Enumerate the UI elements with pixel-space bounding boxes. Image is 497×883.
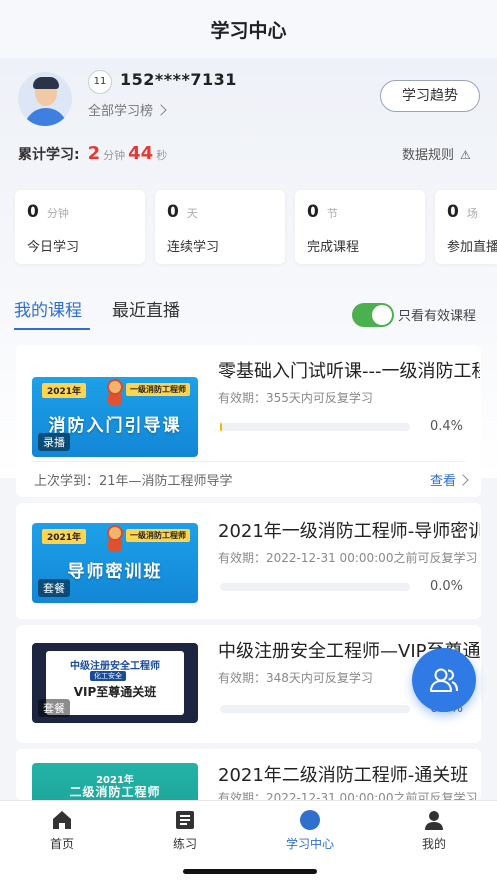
page-title: 学习中心 (210, 20, 287, 42)
stat-completed[interactable]: 0节 完成课程 (295, 190, 425, 264)
stat-value: 0 (307, 202, 319, 222)
tabbar-mine[interactable]: 我的 (394, 809, 474, 852)
users-icon (430, 668, 458, 692)
toggle-knob (372, 305, 392, 325)
contacts-fab[interactable] (412, 648, 476, 712)
tab-my-courses[interactable]: 我的课程 (14, 296, 82, 321)
valid-courses-label: 只看有效课程 (398, 309, 477, 324)
tabbar-label: 学习中心 (285, 837, 334, 851)
thumb-title: 中级注册安全工程师 (70, 661, 160, 672)
data-rule-label: 数据规则 (402, 148, 455, 163)
course-validity: 有效期：2022-12-31 00:00:00之前可反复学习 (218, 791, 478, 800)
home-indicator (183, 869, 317, 874)
thumb-subtitle: 化工安全 (90, 671, 126, 681)
course-card[interactable]: 2021年 二级消防工程师 2021年二级消防工程师-通关班 有效期：2022-… (16, 749, 481, 800)
mascot-icon (104, 379, 126, 405)
stat-live[interactable]: 0场 参加直播 (435, 190, 497, 264)
chevron-right-icon (155, 104, 167, 116)
thumb-year: 2021年 (42, 529, 87, 544)
tab-recent-live[interactable]: 最近直播 (112, 296, 180, 321)
all-ranking-link[interactable]: 全部学习榜 (88, 100, 167, 119)
stat-label: 今日学习 (27, 240, 80, 255)
stat-unit: 天 (186, 207, 198, 220)
stat-unit: 分钟 (46, 207, 69, 220)
profile-icon (423, 809, 445, 831)
stat-label: 连续学习 (167, 240, 220, 255)
course-thumbnail: 2021年 一级消防工程师 消防入门引导课 录播 (32, 377, 198, 457)
course-validity: 有效期：355天内可反复学习 (218, 391, 373, 405)
course-card[interactable]: 中级注册安全工程师 化工安全 VIP至尊通关班 套餐 中级注册安全工程师—VIP… (16, 625, 481, 743)
total-study-label: 累计学习: (18, 147, 80, 163)
stat-value: 0 (27, 202, 39, 222)
bundle-badge: 套餐 (38, 579, 70, 597)
thumb-headline: 二级消防工程师 (69, 785, 161, 799)
top-header: 学习中心 (0, 0, 497, 58)
course-thumbnail: 2021年 一级消防工程师 导师密训班 套餐 (32, 523, 198, 603)
level-badge: 11 (88, 70, 112, 94)
course-thumbnail: 2021年 二级消防工程师 (32, 763, 198, 800)
course-thumbnail: 中级注册安全工程师 化工安全 VIP至尊通关班 套餐 (32, 643, 198, 723)
chevron-right-icon (457, 474, 469, 486)
mascot-icon (104, 525, 126, 551)
tabbar-study-center[interactable]: 学习中心 (270, 809, 350, 852)
course-title: 零基础入门试听课---一级消防工程师 (218, 361, 480, 382)
view-button[interactable]: 查看 (429, 470, 469, 489)
course-title: 2021年一级消防工程师-导师密训班 (218, 521, 480, 542)
total-seconds-value: 44 (128, 143, 154, 164)
view-label: 查看 (429, 474, 456, 489)
thumb-headline: VIP至尊通关班 (73, 685, 157, 699)
total-minutes-value: 2 (87, 143, 101, 164)
bundle-badge: 套餐 (38, 699, 70, 717)
thumb-year: 2021年 (42, 383, 87, 398)
tabbar-label: 我的 (421, 837, 446, 851)
avatar[interactable] (18, 72, 72, 126)
course-tabs: 我的课程 最近直播 只看有效课程 (14, 294, 484, 334)
stat-value: 0 (167, 202, 179, 222)
stat-value: 0 (447, 202, 459, 222)
valid-courses-toggle[interactable] (352, 303, 394, 327)
course-card[interactable]: 2021年 一级消防工程师 导师密训班 套餐 2021年一级消防工程师-导师密训… (16, 503, 481, 619)
recorded-badge: 录播 (38, 433, 70, 451)
progress-fill (220, 423, 222, 431)
stat-streak[interactable]: 0天 连续学习 (155, 190, 285, 264)
book-icon (174, 809, 196, 831)
course-card[interactable]: 2021年 一级消防工程师 消防入门引导课 录播 零基础入门试听课---一级消防… (16, 345, 481, 497)
all-ranking-label: 全部学习榜 (88, 104, 154, 119)
tabbar-label: 练习 (172, 837, 197, 851)
tabbar-practice[interactable]: 练习 (145, 809, 225, 852)
course-progress-bar (220, 423, 410, 431)
tabbar-label: 首页 (49, 837, 74, 851)
course-validity: 有效期：2022-12-31 00:00:00之前可反复学习 (218, 551, 478, 565)
thumb-tag: 一级消防工程师 (126, 529, 190, 542)
tabbar-home[interactable]: 首页 (22, 809, 102, 852)
home-icon (51, 809, 73, 831)
stat-unit: 场 (466, 207, 478, 220)
course-progress-bar (220, 705, 410, 713)
active-tab-indicator (14, 328, 90, 330)
warning-icon: ⚠ (460, 148, 471, 162)
stat-label: 完成课程 (307, 240, 360, 255)
divider (32, 461, 465, 462)
seconds-unit: 秒 (156, 149, 168, 162)
minutes-unit: 分钟 (103, 149, 126, 162)
thumb-tag: 一级消防工程师 (126, 383, 190, 396)
stat-label: 参加直播 (447, 240, 497, 255)
last-learned: 上次学到：21年—消防工程师导学 (34, 474, 233, 489)
study-trend-button[interactable]: 学习趋势 (380, 80, 480, 112)
course-progress-bar (220, 583, 410, 591)
total-study-time: 累计学习: 2 分钟 44 秒 (18, 143, 170, 164)
stat-today[interactable]: 0 分钟 今日学习 (15, 190, 145, 264)
study-center-icon (299, 809, 321, 831)
stat-unit: 节 (326, 207, 338, 220)
course-title: 2021年二级消防工程师-通关班 (218, 765, 469, 786)
data-rule-link[interactable]: 数据规则 ⚠ (402, 144, 471, 163)
course-progress-label: 0.0% (429, 579, 463, 594)
user-phone: 152****7131 (120, 70, 237, 89)
course-progress-label: 0.4% (429, 419, 463, 434)
